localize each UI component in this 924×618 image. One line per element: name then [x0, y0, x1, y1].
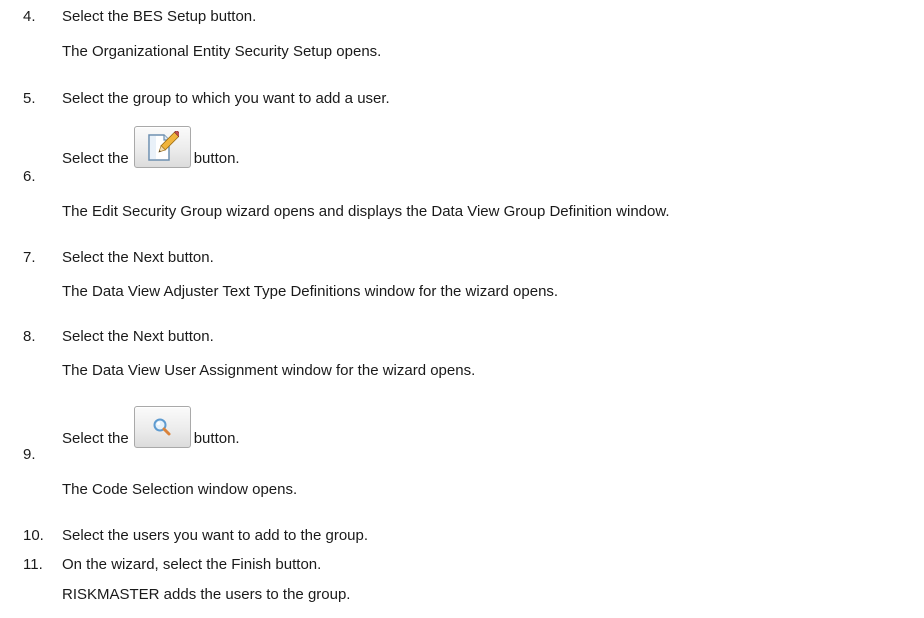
step-result: The Data View Adjuster Text Type Definit… — [62, 283, 559, 300]
step-instruction: Select the users you want to add to the … — [62, 527, 369, 544]
step-number: 11. — [23, 556, 43, 573]
step-instruction: Select the Next button. — [62, 249, 214, 266]
step-instruction: Select the group to which you want to ad… — [62, 90, 390, 107]
search-button-image — [133, 406, 191, 448]
step-number: 10. — [23, 527, 44, 544]
step-result: The Data View User Assignment window for… — [62, 362, 476, 379]
step-instruction: Select the button. — [62, 406, 240, 448]
step-instruction: On the wizard, select the Finish button. — [62, 556, 322, 573]
search-icon — [151, 416, 173, 438]
step-instruction: Select the Next button. — [62, 328, 214, 345]
step-number: 4. — [23, 8, 36, 25]
step-result: The Organizational Entity Security Setup… — [62, 43, 382, 60]
step-number: 5. — [23, 90, 36, 107]
step-number: 8. — [23, 328, 36, 345]
step-text-after: button. — [193, 430, 240, 447]
edit-button-image — [133, 126, 191, 168]
step-result: RISKMASTER adds the users to the group. — [62, 586, 351, 603]
step-instruction: Select the BES Setup button. — [62, 8, 257, 25]
step-text-after: button. — [193, 150, 240, 167]
step-number: 9. — [23, 446, 36, 463]
step-result: The Edit Security Group wizard opens and… — [62, 203, 670, 220]
step-text-before: Select the — [62, 430, 129, 447]
step-text-before: Select the — [62, 150, 129, 167]
edit-icon — [145, 131, 180, 163]
step-instruction: Select the button. — [62, 126, 240, 168]
step-number: 7. — [23, 249, 36, 266]
step-number: 6. — [23, 168, 36, 185]
step-result: The Code Selection window opens. — [62, 481, 298, 498]
